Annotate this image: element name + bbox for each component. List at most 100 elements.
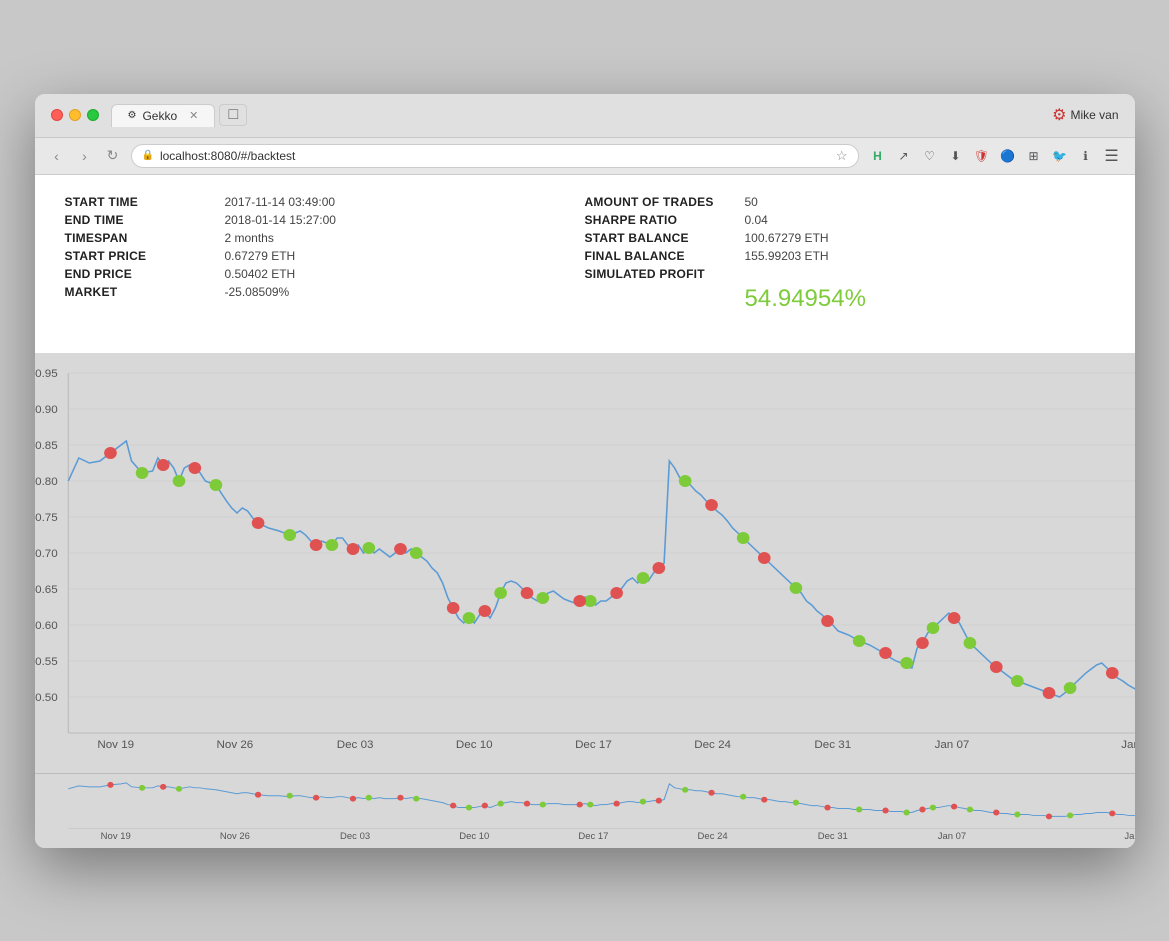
main-chart: 0.95 0.90 0.85 0.80 0.75 0.70 0.65 (35, 353, 1135, 773)
forward-button[interactable]: › (75, 146, 95, 166)
tab-close-icon[interactable]: ✕ (189, 109, 198, 122)
end-time-value: 2018-01-14 15:27:00 (225, 213, 336, 227)
share-icon[interactable]: ↗ (893, 145, 915, 167)
stats-right-col: AMOUNT OF TRADES 50 SHARPE RATIO 0.04 ST… (585, 195, 1105, 313)
svg-text:0.95: 0.95 (35, 368, 58, 380)
svg-text:Nov 19: Nov 19 (100, 831, 130, 841)
shield-icon[interactable]: 🛡 (971, 145, 993, 167)
simulated-profit-label: SIMULATED PROFIT (585, 267, 745, 281)
svg-text:Nov 19: Nov 19 (97, 739, 134, 751)
info-icon[interactable]: ℹ (1075, 145, 1097, 167)
address-bar-row: ‹ › ↻ 🔒 localhost:8080/#/backtest ☆ H ↗ … (35, 138, 1135, 175)
gekko-icon: ⚙ (1052, 105, 1066, 125)
chart-container: 0.95 0.90 0.85 0.80 0.75 0.70 0.65 (35, 353, 1135, 848)
new-tab-button[interactable]: □ (219, 104, 247, 126)
timespan-row: TIMESPAN 2 months (65, 231, 585, 245)
svg-text:Dec 24: Dec 24 (694, 739, 731, 751)
maximize-button[interactable] (87, 109, 99, 121)
svg-text:0.50: 0.50 (35, 692, 58, 704)
menu-icon[interactable]: ☰ (1101, 145, 1123, 167)
favicon-icon: ⚙ (128, 110, 137, 121)
url-text: localhost:8080/#/backtest (160, 149, 830, 163)
svg-text:0.75: 0.75 (35, 512, 58, 524)
lock-icon: 🔒 (142, 150, 154, 161)
simulated-profit-display: 54.94954% (585, 285, 1105, 313)
end-time-row: END TIME 2018-01-14 15:27:00 (65, 213, 585, 227)
svg-text:0.55: 0.55 (35, 656, 58, 668)
svg-text:0.65: 0.65 (35, 584, 58, 596)
stats-grid: START TIME 2017-11-14 03:49:00 END TIME … (65, 195, 1105, 313)
svg-text:0.70: 0.70 (35, 548, 58, 560)
bookmark-icon[interactable]: ☆ (836, 148, 848, 164)
main-chart-svg: 0.95 0.90 0.85 0.80 0.75 0.70 0.65 (35, 353, 1135, 773)
svg-text:Dec 24: Dec 24 (697, 831, 727, 841)
simulated-profit-value: 54.94954% (745, 285, 866, 312)
svg-text:0.90: 0.90 (35, 404, 58, 416)
active-tab[interactable]: ⚙ Gekko ✕ (111, 104, 216, 127)
timespan-label: TIMESPAN (65, 231, 225, 245)
minimize-button[interactable] (69, 109, 81, 121)
mini-chart-svg: Nov 19 Nov 26 Dec 03 Dec 10 Dec 17 Dec 2… (35, 774, 1135, 848)
simulated-profit-row: SIMULATED PROFIT (585, 267, 1105, 281)
market-row: MARKET -25.08509% (65, 285, 585, 299)
start-price-row: START PRICE 0.67279 ETH (65, 249, 585, 263)
svg-text:Jan 14: Jan 14 (1121, 739, 1135, 751)
amount-trades-label: AMOUNT OF TRADES (585, 195, 745, 209)
start-balance-value: 100.67279 ETH (745, 231, 829, 245)
refresh-button[interactable]: ↻ (103, 146, 123, 166)
final-balance-value: 155.99203 ETH (745, 249, 829, 263)
svg-text:Nov 26: Nov 26 (219, 831, 249, 841)
svg-text:Jan 07: Jan 07 (934, 739, 969, 751)
svg-text:0.60: 0.60 (35, 620, 58, 632)
content-area: START TIME 2017-11-14 03:49:00 END TIME … (35, 175, 1135, 353)
traffic-lights (51, 109, 99, 121)
svg-text:Dec 10: Dec 10 (459, 831, 489, 841)
final-balance-label: FINAL BALANCE (585, 249, 745, 263)
market-value: -25.08509% (225, 285, 290, 299)
plugin2-icon[interactable]: ⊞ (1023, 145, 1045, 167)
sharpe-ratio-label: SHARPE RATIO (585, 213, 745, 227)
svg-text:Dec 03: Dec 03 (336, 739, 373, 751)
svg-text:Dec 10: Dec 10 (455, 739, 492, 751)
amount-trades-value: 50 (745, 195, 758, 209)
start-price-value: 0.67279 ETH (225, 249, 296, 263)
extensions-icon[interactable]: H (867, 145, 889, 167)
tab-title: Gekko (142, 109, 177, 123)
user-info: ⚙ Mike van (1052, 105, 1118, 125)
svg-text:Dec 17: Dec 17 (575, 739, 612, 751)
end-price-value: 0.50402 ETH (225, 267, 296, 281)
svg-text:Dec 03: Dec 03 (340, 831, 370, 841)
mini-chart: Nov 19 Nov 26 Dec 03 Dec 10 Dec 17 Dec 2… (35, 773, 1135, 848)
amount-trades-row: AMOUNT OF TRADES 50 (585, 195, 1105, 209)
plugin1-icon[interactable]: 🔵 (997, 145, 1019, 167)
start-time-row: START TIME 2017-11-14 03:49:00 (65, 195, 585, 209)
start-price-label: START PRICE (65, 249, 225, 263)
final-balance-row: FINAL BALANCE 155.99203 ETH (585, 249, 1105, 263)
pocket-icon[interactable]: ⬇ (945, 145, 967, 167)
market-label: MARKET (65, 285, 225, 299)
svg-text:Jan 07: Jan 07 (937, 831, 965, 841)
end-price-row: END PRICE 0.50402 ETH (65, 267, 585, 281)
start-time-value: 2017-11-14 03:49:00 (225, 195, 336, 209)
sharpe-ratio-value: 0.04 (745, 213, 768, 227)
sharpe-ratio-row: SHARPE RATIO 0.04 (585, 213, 1105, 227)
start-balance-row: START BALANCE 100.67279 ETH (585, 231, 1105, 245)
end-price-label: END PRICE (65, 267, 225, 281)
tab-bar: ⚙ Gekko ✕ □ (111, 104, 1041, 127)
svg-text:Nov 26: Nov 26 (216, 739, 253, 751)
back-button[interactable]: ‹ (47, 146, 67, 166)
browser-toolbar: H ↗ ♡ ⬇ 🛡 🔵 ⊞ 🐦 ℹ ☰ (867, 145, 1123, 167)
end-time-label: END TIME (65, 213, 225, 227)
start-time-label: START TIME (65, 195, 225, 209)
svg-text:Dec 31: Dec 31 (817, 831, 847, 841)
title-bar: ⚙ Gekko ✕ □ ⚙ Mike van (35, 94, 1135, 138)
twitter-icon[interactable]: 🐦 (1049, 145, 1071, 167)
close-button[interactable] (51, 109, 63, 121)
stats-left-col: START TIME 2017-11-14 03:49:00 END TIME … (65, 195, 585, 313)
bookmark-manager-icon[interactable]: ♡ (919, 145, 941, 167)
start-balance-label: START BALANCE (585, 231, 745, 245)
address-bar[interactable]: 🔒 localhost:8080/#/backtest ☆ (131, 144, 859, 168)
svg-text:Dec 17: Dec 17 (578, 831, 608, 841)
timespan-value: 2 months (225, 231, 274, 245)
svg-text:Jan 14: Jan 14 (1124, 831, 1135, 841)
